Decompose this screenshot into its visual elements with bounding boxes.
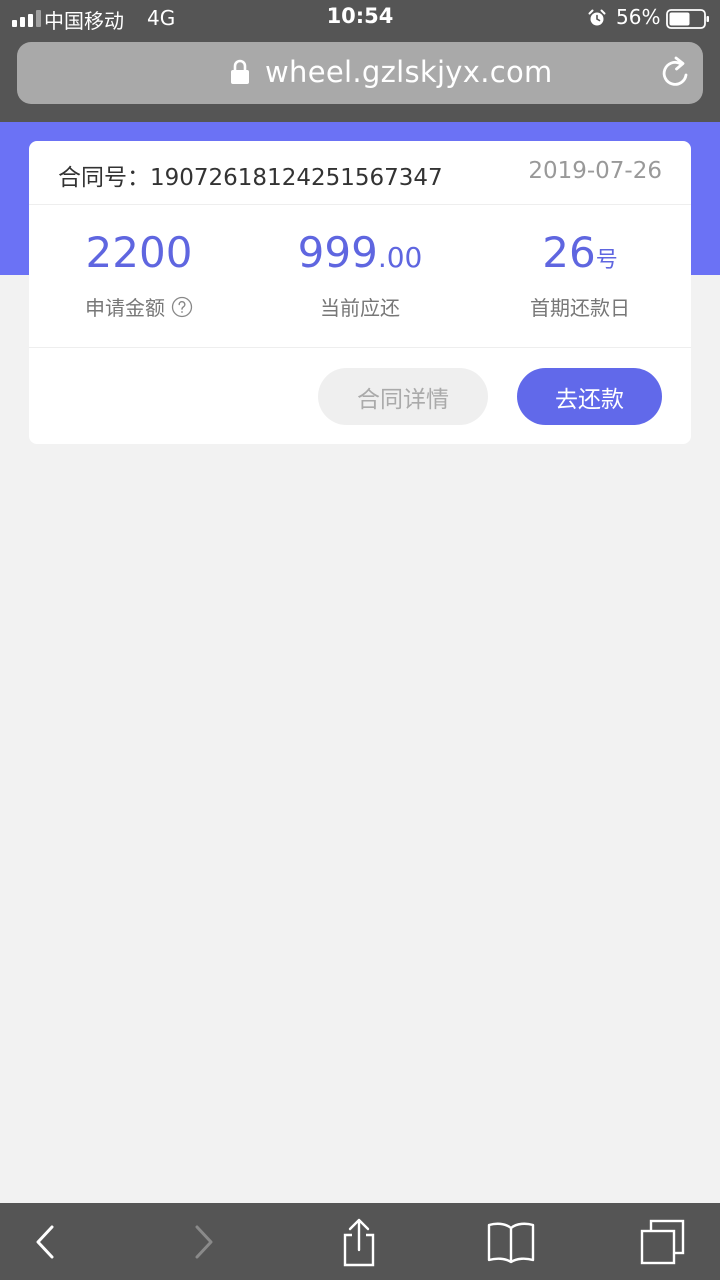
applied-amount-label: 申请金额 [29, 292, 249, 321]
current-due-label: 当前应还 [320, 296, 400, 320]
reload-icon[interactable] [659, 56, 693, 90]
url-text[interactable]: wheel.gzlskjyx.com [265, 55, 553, 89]
forward-button[interactable] [179, 1217, 229, 1267]
current-due-fraction: .00 [377, 241, 423, 274]
share-button[interactable] [334, 1217, 384, 1267]
tabs-icon [640, 1219, 685, 1265]
stat-current-due: 999.00 当前应还 [250, 205, 470, 348]
current-due-value: 999.00 [250, 228, 470, 277]
back-button[interactable] [20, 1217, 70, 1267]
browser-top-chrome: 中国移动 4G 10:54 56% wheel.gzlskjyx.com [0, 0, 720, 122]
current-due-integer: 999 [297, 228, 378, 277]
applied-amount-label-text: 申请金额 [85, 296, 165, 320]
first-repayment-day-value: 26号 [470, 228, 690, 277]
lock-icon [231, 59, 249, 84]
loan-stats: 2200 申请金额 999.00 当前应还 26号 首期还款日 [29, 205, 691, 348]
repay-button[interactable]: 去还款 [517, 368, 662, 425]
battery-icon [666, 9, 709, 29]
tabs-button[interactable] [638, 1217, 688, 1267]
address-bar[interactable]: wheel.gzlskjyx.com [17, 42, 703, 104]
browser-toolbar [0, 1203, 720, 1280]
contract-date: 2019-07-26 [528, 158, 662, 184]
battery-percentage: 56% [616, 5, 661, 29]
status-bar: 中国移动 4G 10:54 56% [0, 0, 720, 36]
bookmarks-icon [487, 1222, 535, 1264]
applied-amount-value: 2200 [85, 228, 193, 277]
back-icon [36, 1225, 54, 1259]
first-repayment-day-label: 首期还款日 [530, 296, 630, 320]
alarm-icon [588, 9, 606, 26]
contract-details-button[interactable]: 合同详情 [318, 368, 488, 425]
forward-icon [195, 1225, 213, 1259]
stat-applied-amount: 2200 申请金额 [29, 205, 249, 348]
contract-number: 合同号：19072618124251567347 [58, 165, 443, 191]
bookmarks-button[interactable] [486, 1217, 536, 1267]
first-repayment-day-unit: 号 [595, 248, 618, 273]
first-repayment-day-number: 26 [542, 228, 596, 277]
contract-card: 合同号：19072618124251567347 2019-07-26 2200… [29, 141, 691, 444]
help-icon[interactable] [171, 296, 193, 318]
stat-first-repayment-day: 26号 首期还款日 [470, 205, 690, 348]
status-time: 10:54 [326, 4, 394, 28]
card-header: 合同号：19072618124251567347 2019-07-26 [29, 141, 691, 205]
share-icon [343, 1218, 375, 1267]
